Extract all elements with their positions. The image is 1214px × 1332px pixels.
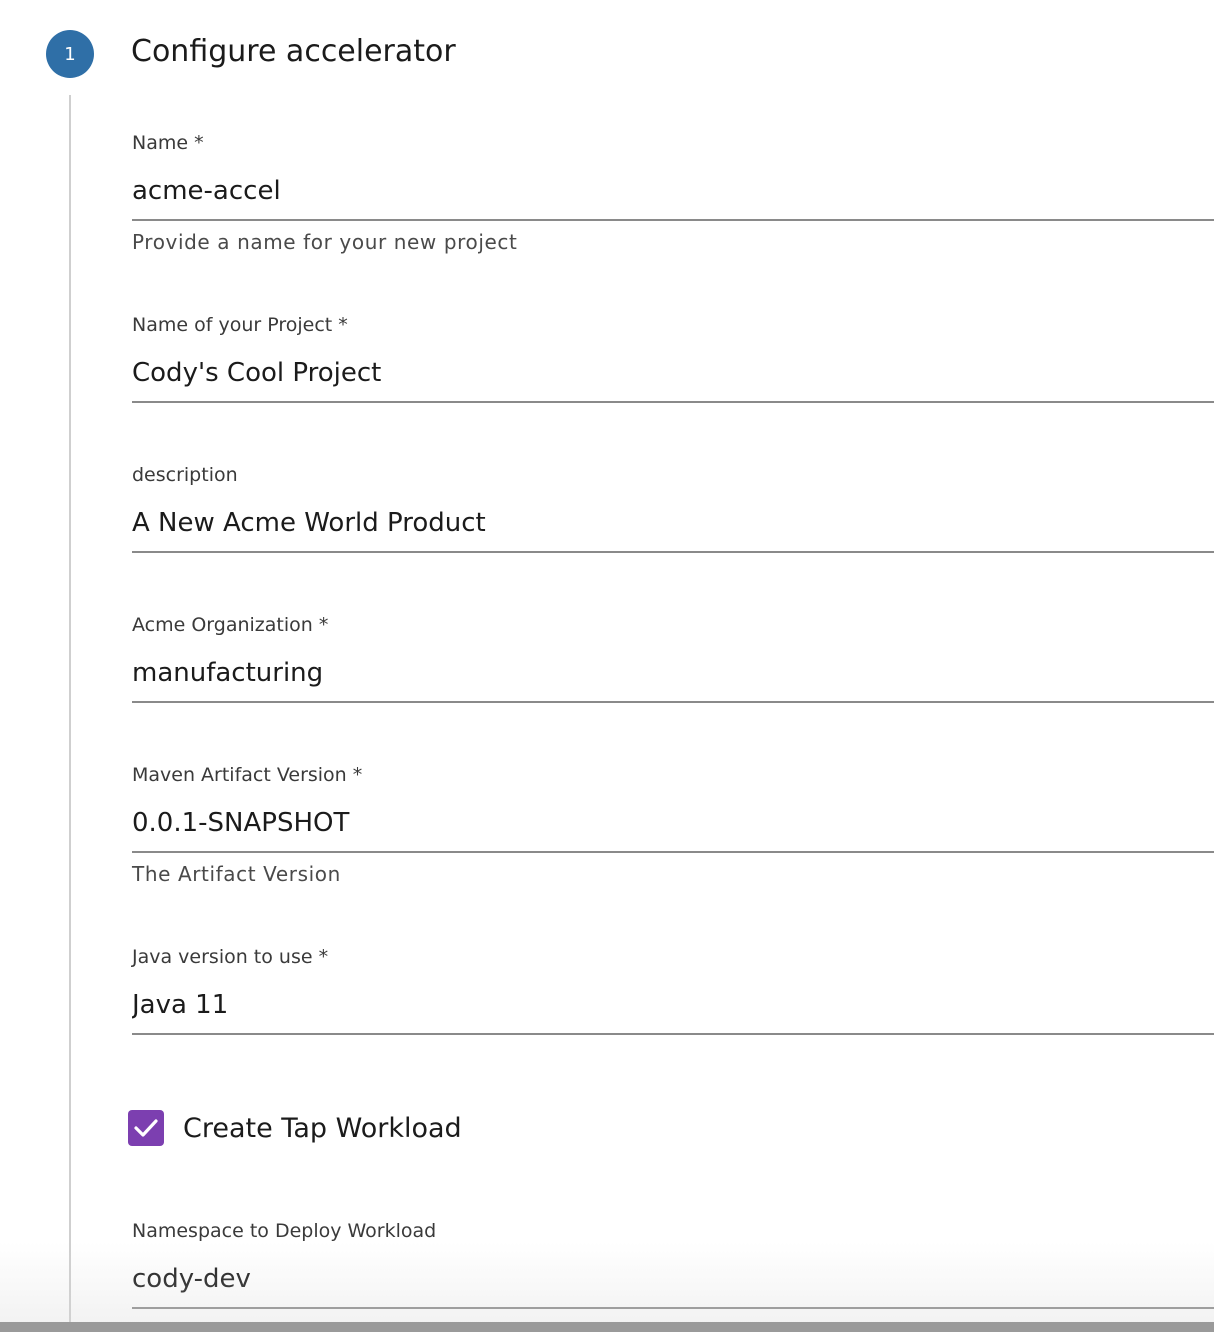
step-timeline-line [69, 95, 71, 1332]
project-name-label: Name of your Project * [132, 314, 348, 336]
java-version-label: Java version to use * [132, 946, 329, 968]
name-input[interactable] [132, 163, 1214, 221]
java-version-input[interactable] [132, 977, 1214, 1035]
name-helper-text: Provide a name for your new project [132, 230, 518, 254]
organization-field: Acme Organization * [132, 613, 1214, 713]
artifact-version-field: Maven Artifact Version * The Artifact Ve… [132, 763, 1214, 893]
project-name-input[interactable] [132, 345, 1214, 403]
namespace-input[interactable] [132, 1251, 1214, 1309]
artifact-version-input[interactable] [132, 795, 1214, 853]
create-tap-workload-checkbox[interactable] [128, 1110, 164, 1146]
artifact-version-label: Maven Artifact Version * [132, 764, 363, 786]
checkmark-icon [134, 1119, 158, 1137]
step-number-badge: 1 [46, 30, 94, 78]
organization-input[interactable] [132, 645, 1214, 703]
description-input[interactable] [132, 495, 1214, 553]
name-field: Name * Provide a name for your new proje… [132, 131, 1214, 261]
create-tap-workload-label[interactable]: Create Tap Workload [183, 1113, 462, 1144]
organization-label: Acme Organization * [132, 614, 329, 636]
description-label: description [132, 464, 238, 486]
step-title: Configure accelerator [131, 34, 456, 69]
name-label: Name * [132, 132, 204, 154]
description-field: description [132, 463, 1214, 563]
namespace-label: Namespace to Deploy Workload [132, 1220, 437, 1242]
step-number: 1 [64, 43, 76, 65]
create-tap-workload-checkbox-row[interactable]: Create Tap Workload [128, 1108, 462, 1148]
java-version-field: Java version to use * [132, 945, 1214, 1045]
configure-accelerator-form: 1 Configure accelerator Name * Provide a… [0, 0, 1214, 1332]
namespace-field: Namespace to Deploy Workload [132, 1219, 1214, 1319]
artifact-version-helper-text: The Artifact Version [132, 862, 341, 886]
bottom-edge-bar [0, 1322, 1214, 1332]
project-name-field: Name of your Project * [132, 313, 1214, 413]
